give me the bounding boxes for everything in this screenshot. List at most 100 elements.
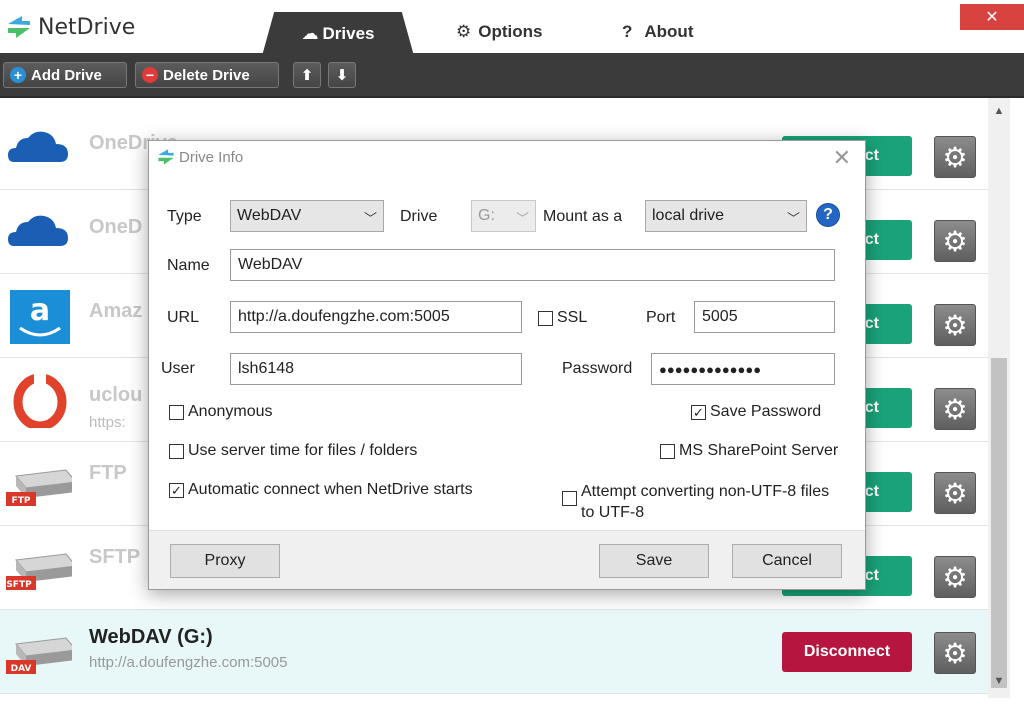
password-input[interactable]: ●●●●●●●●●●●●● — [651, 353, 835, 385]
gear-icon: ⚙ — [456, 22, 472, 41]
anonymous-label: Anonymous — [188, 403, 273, 420]
cloud-icon: ☁ — [301, 24, 319, 43]
cancel-button[interactable]: Cancel — [732, 544, 842, 578]
drive-info-dialog: Drive Info ✕ Type WebDAV ﹀ Drive G: ﹀ Mo… — [148, 140, 866, 590]
ssl-checkbox[interactable]: SSL — [538, 309, 587, 327]
toolbar: + Add Drive − Delete Drive ⬆ ⬇ — [0, 53, 1024, 98]
proxy-button[interactable]: Proxy — [170, 544, 280, 578]
delete-drive-button[interactable]: − Delete Drive — [135, 62, 279, 88]
move-up-button[interactable]: ⬆ — [293, 62, 321, 88]
drive-row-webdav[interactable]: DAV WebDAV (G:) http://a.doufengzhe.com:… — [0, 610, 988, 694]
drive-settings-button[interactable]: ⚙ — [934, 136, 976, 178]
drive-settings-button[interactable]: ⚙ — [934, 304, 976, 346]
auto-connect-label: Automatic connect when NetDrive starts — [188, 481, 473, 498]
close-icon: ✕ — [832, 145, 851, 170]
type-select[interactable]: WebDAV ﹀ — [230, 200, 384, 232]
close-icon: ✕ — [985, 9, 999, 26]
anonymous-checkbox-box[interactable] — [169, 405, 184, 420]
question-icon: ? — [622, 22, 633, 41]
user-label: User — [161, 360, 195, 377]
dialog-close-button[interactable]: ✕ — [833, 145, 851, 171]
user-input[interactable]: lsh6148 — [230, 353, 522, 385]
drive-settings-button[interactable]: ⚙ — [934, 388, 976, 430]
drive-name: uclou — [89, 384, 143, 406]
drive-settings-button[interactable]: ⚙ — [934, 220, 976, 262]
drive-name: Amaz — [89, 300, 143, 322]
vertical-scrollbar[interactable]: ▲ ▼ — [988, 98, 1010, 698]
brand: NetDrive — [6, 14, 135, 40]
dav-badge: DAV — [11, 664, 32, 674]
close-window-button[interactable]: ✕ — [960, 4, 1024, 30]
server-time-checkbox[interactable]: Use server time for files / folders — [169, 442, 417, 460]
password-label: Password — [562, 360, 633, 377]
chevron-down-icon: ﹀ — [786, 211, 800, 226]
chevron-down-icon: ﹀ — [515, 211, 529, 226]
dialog-title-bar: Drive Info — [157, 148, 243, 166]
name-input[interactable]: WebDAV — [230, 249, 835, 281]
plus-icon: + — [10, 67, 26, 83]
dialog-title: Drive Info — [179, 148, 244, 166]
amazon-icon: a — [10, 290, 70, 344]
scroll-down-icon[interactable]: ▼ — [988, 672, 1010, 690]
drive-name: OneD — [89, 216, 143, 238]
save-password-check-icon[interactable]: ✓ — [691, 405, 706, 420]
minus-icon: − — [142, 67, 158, 83]
tab-drives[interactable]: ☁ Drives — [262, 12, 414, 56]
arrow-up-icon: ⬆ — [300, 67, 314, 84]
disconnect-button[interactable]: Disconnect — [782, 632, 912, 672]
add-drive-button[interactable]: + Add Drive — [3, 62, 127, 88]
title-bar: NetDrive ☁ Drives ⚙ Options ? About ✕ — [0, 0, 1024, 56]
gear-icon: ⚙ — [942, 309, 968, 341]
netdrive-logo-icon — [8, 16, 30, 38]
url-label: URL — [167, 309, 200, 326]
auto-connect-checkbox[interactable]: ✓ Automatic connect when NetDrive starts — [169, 481, 473, 499]
tab-about-label: About — [644, 22, 694, 41]
sftp-drive-icon: SFTP — [6, 553, 72, 590]
url-input[interactable]: http://a.doufengzhe.com:5005 — [230, 301, 522, 333]
svg-text:a: a — [30, 293, 50, 328]
gear-icon: ⚙ — [942, 561, 968, 593]
move-down-button[interactable]: ⬇ — [328, 62, 356, 88]
sharepoint-checkbox-box[interactable] — [660, 444, 675, 459]
drive-name: SFTP — [89, 546, 141, 568]
utf8-label-line2: to UTF-8 — [581, 504, 645, 521]
server-time-checkbox-box[interactable] — [169, 444, 184, 459]
utf8-label: Attempt converting non-UTF-8 files to UT… — [581, 481, 829, 523]
gear-icon: ⚙ — [942, 477, 968, 509]
drive-settings-button[interactable]: ⚙ — [934, 632, 976, 674]
type-label: Type — [167, 208, 202, 225]
drive-label: Drive — [400, 208, 438, 225]
save-button[interactable]: Save — [599, 544, 709, 578]
drive-settings-button[interactable]: ⚙ — [934, 472, 976, 514]
drive-settings-button[interactable]: ⚙ — [934, 556, 976, 598]
ucloud-icon — [13, 374, 67, 428]
drive-url: https: — [89, 414, 126, 431]
drive-name: FTP — [89, 462, 127, 484]
arrow-down-icon: ⬇ — [335, 67, 349, 84]
port-input[interactable]: 5005 — [694, 301, 835, 333]
sharepoint-checkbox[interactable]: MS SharePoint Server — [660, 442, 838, 460]
ssl-checkbox-box[interactable] — [538, 311, 553, 326]
tab-options[interactable]: ⚙ Options — [456, 22, 542, 42]
add-drive-label: Add Drive — [31, 66, 102, 84]
gear-icon: ⚙ — [942, 225, 968, 257]
name-label: Name — [167, 257, 210, 274]
mount-label: Mount as a — [543, 208, 623, 225]
save-password-checkbox[interactable]: ✓ Save Password — [691, 403, 821, 421]
auto-connect-check-icon[interactable]: ✓ — [169, 483, 184, 498]
mount-select[interactable]: local drive ﹀ — [645, 200, 807, 232]
netdrive-logo-icon — [158, 149, 174, 165]
onedrive-icon — [8, 131, 68, 162]
port-label: Port — [646, 309, 676, 326]
onedrive-icon — [8, 215, 68, 246]
gear-icon: ⚙ — [942, 637, 968, 669]
anonymous-checkbox[interactable]: Anonymous — [169, 403, 273, 421]
help-icon[interactable]: ? — [816, 203, 840, 227]
scroll-thumb[interactable] — [991, 358, 1007, 688]
tab-about[interactable]: ? About — [622, 22, 693, 42]
scroll-up-icon[interactable]: ▲ — [988, 102, 1010, 120]
gear-icon: ⚙ — [942, 393, 968, 425]
ftp-badge: FTP — [12, 496, 31, 506]
utf8-checkbox[interactable]: Attempt converting non-UTF-8 files to UT… — [562, 481, 829, 523]
utf8-checkbox-box[interactable] — [562, 491, 577, 506]
